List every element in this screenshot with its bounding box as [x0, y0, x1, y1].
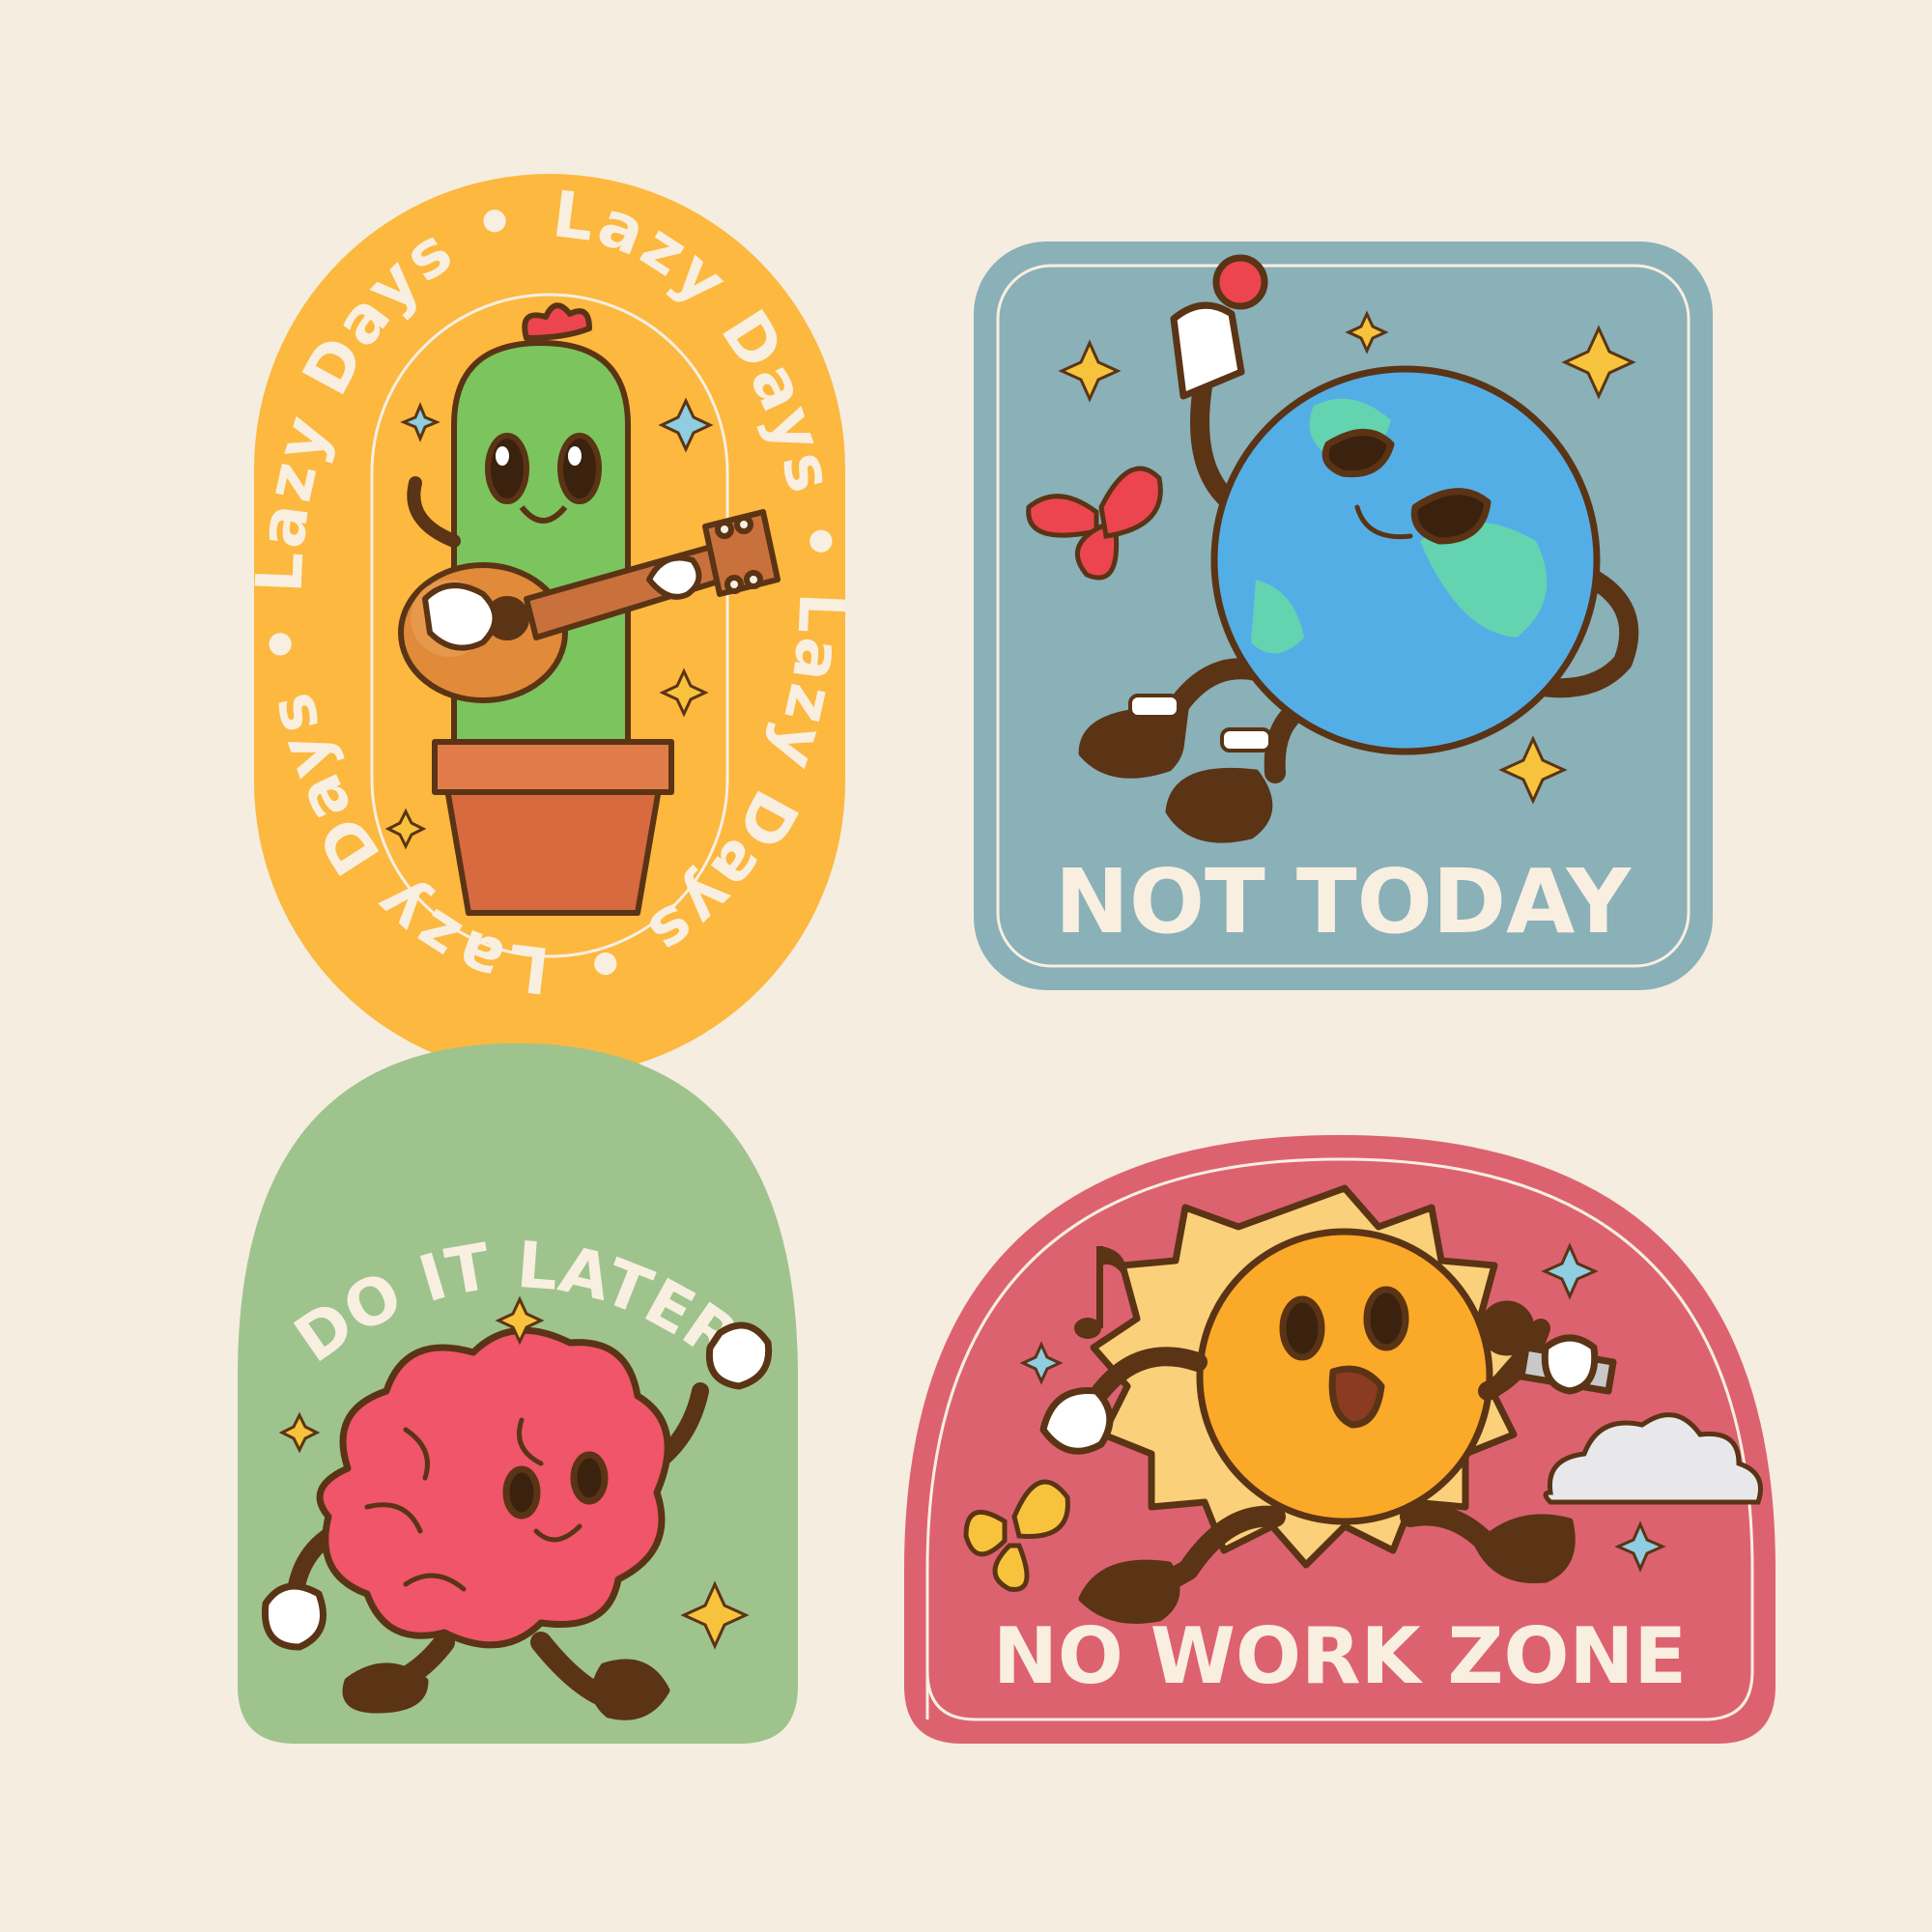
- earth-right-shoe-icon: [1165, 767, 1273, 843]
- brain-right-shoe-icon: [591, 1659, 670, 1720]
- brain-right-eye: [570, 1451, 609, 1505]
- cactus-right-eye: [557, 433, 602, 504]
- brain-glove-icon: [261, 1582, 327, 1651]
- sun-right-eye: [1363, 1286, 1409, 1351]
- no-work-zone-sticker: NO WORK ZONE: [904, 1135, 1776, 1744]
- microphone-icon: [1479, 1300, 1535, 1356]
- cactus-left-glove-icon: [422, 582, 498, 651]
- not-today-label: NOT TODAY: [1055, 850, 1633, 953]
- do-it-later-sticker: DO IT LATER: [238, 1043, 798, 1744]
- sun-glove-right-icon: [1541, 1334, 1599, 1395]
- brain-left-shoe-icon: [342, 1662, 429, 1714]
- ball-icon: [1212, 254, 1268, 310]
- no-work-zone-label: NO WORK ZONE: [993, 1611, 1687, 1701]
- cactus-left-eye: [485, 433, 529, 504]
- pot-rim: [432, 739, 674, 795]
- brain-fist-icon: [705, 1321, 773, 1390]
- sticker-sheet: Lazy Days • Lazy Days • Lazy Days • Lazy…: [238, 174, 1776, 1744]
- not-today-sticker: NOT TODAY: [974, 242, 1713, 990]
- sun-mouth: [1328, 1365, 1385, 1429]
- lazy-days-sticker: Lazy Days • Lazy Days • Lazy Days • Lazy…: [242, 174, 856, 1077]
- brain-left-eye: [502, 1465, 541, 1520]
- sun-left-eye: [1279, 1295, 1325, 1361]
